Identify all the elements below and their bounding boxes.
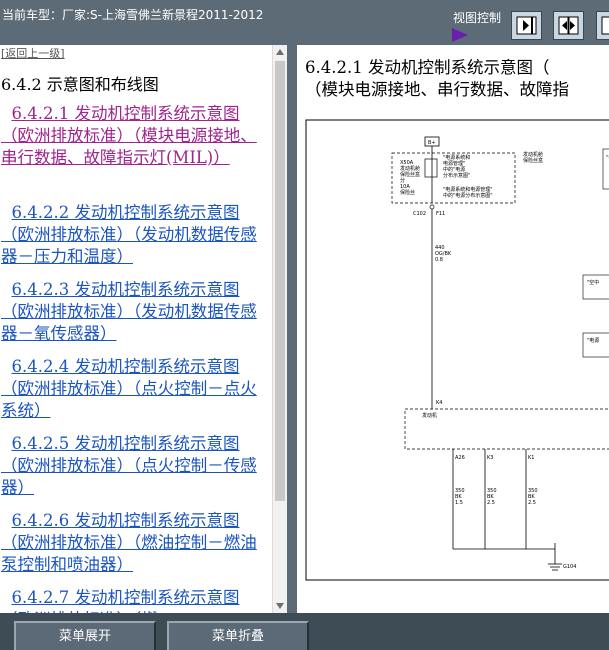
- section-title: 6.4.2 示意图和布线图: [1, 75, 159, 94]
- connector-label-f11: F11: [436, 211, 445, 217]
- back-link[interactable]: [返回上一级]: [1, 45, 65, 61]
- menu-expand-button[interactable]: 菜单展开: [14, 621, 156, 650]
- fuse-note-c: 保险丝盒: [400, 171, 420, 178]
- bottom-bar: 菜单展开 菜单折叠: [0, 613, 609, 650]
- content-panel: 6.4.2.1 发动机控制系统示意图（ （模块电源接地、串行数据、故障指 B+ …: [297, 45, 609, 613]
- view-control-label: 视图控制: [453, 11, 502, 25]
- pin-a26: A26: [455, 455, 465, 461]
- toc-item-6-4-2-4[interactable]: 6.4.2.4 发动机控制系统示意图（欧洲排放标准）（点火控制－点火系统）: [1, 356, 263, 422]
- pin-k4: K4: [436, 400, 442, 406]
- menu-collapse-button[interactable]: 菜单折叠: [167, 621, 309, 650]
- side-note-2: "电源: [587, 337, 599, 344]
- toc-item-6-4-2-1[interactable]: 6.4.2.1 发动机控制系统示意图（欧洲排放标准）（模块电源接地、串行数据、故…: [1, 103, 263, 169]
- fuse-note-f: 保险丝: [400, 189, 415, 196]
- show-left-panel-button[interactable]: [596, 11, 609, 40]
- toc-scrollbar[interactable]: [272, 45, 287, 613]
- box-note-1c: 中的"电源: [443, 166, 465, 173]
- ecm-label: 发动机: [422, 412, 437, 419]
- box-note-1b: 电源管理": [443, 160, 465, 167]
- g3-size: 2.5: [528, 500, 536, 506]
- split-view-button[interactable]: [553, 11, 584, 40]
- show-right-panel-button[interactable]: [511, 11, 542, 40]
- fuse-symbol: [424, 158, 438, 178]
- panel-divider[interactable]: [287, 45, 297, 613]
- toc-item-6-4-2-7[interactable]: 6.4.2.7 发动机控制系统示意图（欧洲排放标准）（燃: [1, 587, 263, 613]
- fuse-box-note-a: 发动机舱: [523, 151, 543, 158]
- panel-left-icon: [601, 16, 609, 35]
- toc-item-6-4-2-2[interactable]: 6.4.2.2 发动机控制系统示意图（欧洲排放标准）（发动机数据传感器－压力和温…: [1, 202, 263, 268]
- top-bar: 当前车型：厂家:S-上海雪佛兰新景程2011-2012 视图控制: [0, 0, 609, 45]
- fuse-label: B+: [428, 140, 436, 146]
- scroll-up-arrow-icon[interactable]: [276, 49, 284, 55]
- toc-item-6-4-2-5[interactable]: 6.4.2.5 发动机控制系统示意图（欧洲排放标准）（点火控制－传感器）: [1, 433, 263, 499]
- box-note-1a: "电源系统和: [443, 154, 470, 161]
- scrollbar-thumb[interactable]: [275, 61, 285, 501]
- ground-label: G104: [563, 564, 576, 570]
- connector-label-c102: C102: [413, 211, 426, 217]
- side-note-1: "空中: [587, 279, 599, 286]
- fuse-note-b: 发动机舱: [400, 165, 420, 172]
- scroll-down-arrow-icon[interactable]: [276, 603, 284, 609]
- g1-size: 1.5: [455, 500, 463, 506]
- fuse-box-note-b: 保险丝盒: [523, 157, 543, 164]
- toc-panel: [返回上一级] 6.4.2 示意图和布线图 6.4.2.1 发动机控制系统示意图…: [0, 45, 272, 613]
- pin-k1: K1: [528, 455, 534, 461]
- content-title: 6.4.2.1 发动机控制系统示意图（ （模块电源接地、串行数据、故障指: [305, 57, 609, 101]
- vehicle-title: 当前车型：厂家:S-上海雪佛兰新景程2011-2012: [2, 8, 264, 22]
- box-note-1d: 分布示意图": [443, 172, 470, 179]
- panel-right-icon: [516, 16, 537, 35]
- content-title-line2: （模块电源接地、串行数据、故障指: [305, 80, 569, 99]
- wire-size: 0.8: [435, 257, 443, 263]
- g2-size: 2.5: [487, 500, 495, 506]
- fuse-note-d: 分: [400, 177, 405, 184]
- box-note-2b: 中的"电源分布示意图": [443, 192, 493, 199]
- toc-item-6-4-2-3[interactable]: 6.4.2.3 发动机控制系统示意图（欧洲排放标准）（发动机数据传感器－氧传感器…: [1, 279, 263, 345]
- split-view-icon: [558, 16, 579, 35]
- box-note-2a: "电源系统和电源管理": [443, 186, 493, 193]
- wiring-diagram: B+ X50A 发动机舱 保险丝盒 分 10A 保险丝 "电源系统和 电源管理"…: [305, 119, 609, 581]
- pin-k3: K3: [487, 455, 493, 461]
- toc-item-6-4-2-6[interactable]: 6.4.2.6 发动机控制系统示意图（欧洲排放标准）（燃油控制－燃油泵控制和喷油…: [1, 510, 263, 576]
- content-title-line1: 6.4.2.1 发动机控制系统示意图（: [305, 58, 550, 77]
- view-control-arrow-icon[interactable]: [452, 28, 468, 42]
